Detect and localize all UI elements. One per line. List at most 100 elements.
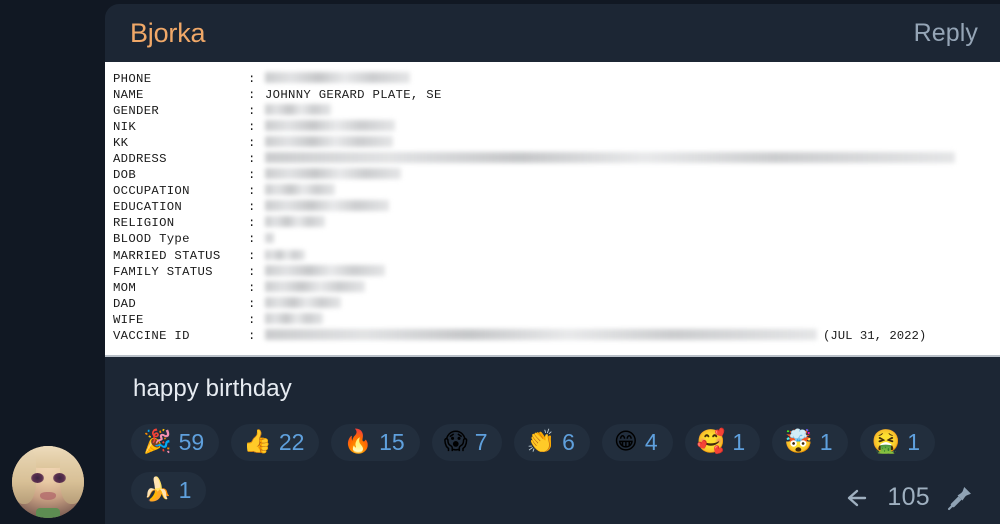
- reply-arrow-icon[interactable]: [845, 486, 875, 510]
- party-popper-icon: 🎉: [143, 429, 172, 455]
- document-field-label: RELIGION: [113, 216, 175, 231]
- user-avatar[interactable]: [12, 446, 84, 518]
- document-field-row: EDUCATION:: [113, 199, 1000, 215]
- reaction-screaming-face[interactable]: 😱 7: [431, 424, 503, 461]
- redaction-blur: [265, 152, 955, 164]
- avatar-neck: [36, 508, 60, 518]
- fire-icon: 🔥: [343, 429, 373, 455]
- message-header: Bjorka Reply: [105, 4, 1000, 62]
- document-field-label: EDUCATION: [113, 200, 183, 215]
- redaction-blur: [265, 249, 305, 260]
- reaction-count: 1: [178, 477, 192, 503]
- reaction-count: 15: [379, 429, 405, 455]
- reaction-fire[interactable]: 🔥 15: [331, 424, 420, 461]
- redaction-blur: [265, 328, 817, 340]
- document-field-row: BLOOD Type:: [113, 231, 1000, 247]
- document-field-row: KK:: [113, 135, 1000, 151]
- redaction-blur: [265, 296, 341, 308]
- document-field-value-redacted: [265, 71, 410, 87]
- message-bubble: Bjorka Reply PHONE: NAME: JOHNNY GERARD PL…: [105, 4, 1000, 524]
- avatar-mouth: [40, 492, 56, 500]
- reaction-grinning-face[interactable]: 😁 4: [601, 424, 673, 461]
- clapping-hands-icon: 👏: [526, 429, 556, 455]
- document-field-row: WIFE:: [113, 312, 1000, 328]
- avatar-eye-left: [31, 473, 44, 483]
- reaction-thumbs-up[interactable]: 👍 22: [231, 424, 320, 461]
- document-field-label: NIK: [113, 120, 137, 135]
- document-field-label: GENDER: [113, 104, 160, 119]
- reaction-count: 6: [562, 429, 575, 455]
- document-field-value-redacted: [265, 231, 274, 247]
- reaction-smiling-face-with-hearts[interactable]: 🥰 1: [684, 424, 761, 461]
- reaction-count: 1: [732, 429, 746, 455]
- leaked-document-image[interactable]: PHONE: NAME: JOHNNY GERARD PLATE, SE GENDER…: [105, 62, 1000, 357]
- document-field-label: KK: [113, 136, 129, 151]
- document-field-label: MOM: [113, 280, 137, 295]
- document-field-value-redacted: [265, 264, 385, 280]
- redaction-blur: [265, 216, 325, 228]
- document-field-separator: :: [248, 184, 256, 199]
- document-field-label: FAMILY STATUS: [113, 264, 213, 279]
- document-field-separator: :: [248, 120, 256, 135]
- reaction-clapping-hands[interactable]: 👏 6: [514, 424, 590, 461]
- reply-count-group[interactable]: 105: [845, 483, 930, 512]
- chat-view: Bjorka Reply PHONE: NAME: JOHNNY GERARD PL…: [0, 0, 1000, 524]
- document-field-separator: :: [248, 72, 256, 86]
- document-field-value-redacted: [265, 135, 393, 151]
- author-name[interactable]: Bjorka: [130, 18, 206, 49]
- document-field-separator: :: [248, 216, 256, 231]
- reaction-party-popper[interactable]: 🎉 59: [131, 424, 220, 461]
- document-field-separator: :: [248, 296, 256, 311]
- document-field-label: NAME: [113, 88, 144, 103]
- document-field-row: PHONE:: [113, 71, 1000, 87]
- reaction-count: 7: [474, 429, 488, 455]
- document-field-date: (JUL 31, 2022): [823, 328, 927, 343]
- document-field-separator: :: [248, 232, 256, 247]
- reaction-count: 1: [907, 429, 921, 455]
- redaction-blur: [265, 72, 410, 83]
- smiling-face-with-hearts-icon: 🥰: [696, 429, 726, 455]
- banana-icon: 🍌: [143, 477, 172, 503]
- document-field-value: JOHNNY GERARD PLATE, SE: [265, 88, 442, 103]
- pin-icon[interactable]: [946, 484, 974, 512]
- reaction-exploding-head[interactable]: 🤯 1: [772, 424, 848, 461]
- reply-button[interactable]: Reply: [914, 19, 978, 48]
- document-field-value-redacted: [265, 280, 365, 296]
- document-field-row: DAD:: [113, 296, 1000, 312]
- document-field-value-redacted: [265, 328, 817, 344]
- document-field-separator: :: [248, 328, 256, 343]
- document-field-row: DOB:: [113, 167, 1000, 183]
- redaction-blur: [265, 104, 331, 116]
- thumbs-up-icon: 👍: [243, 429, 272, 455]
- document-field-value-redacted: [265, 183, 335, 199]
- document-field-separator: :: [248, 152, 256, 167]
- redaction-blur: [265, 280, 365, 292]
- document-field-separator: :: [248, 312, 256, 327]
- redaction-blur: [265, 264, 385, 276]
- reaction-count: 4: [644, 429, 658, 455]
- document-field-separator: :: [248, 88, 256, 103]
- document-field-value-redacted: [265, 103, 331, 119]
- message-body-text: happy birthday: [133, 375, 292, 402]
- reaction-banana[interactable]: 🍌 1: [131, 472, 207, 509]
- exploding-head-icon: 🤯: [784, 429, 813, 455]
- document-field-row: MARRIED STATUS:: [113, 248, 1000, 264]
- reply-count-label: 105: [887, 483, 930, 511]
- document-field-label: WIFE: [113, 312, 144, 327]
- reaction-vomiting-face[interactable]: 🤮 1: [859, 424, 936, 461]
- document-field-list: PHONE: NAME: JOHNNY GERARD PLATE, SE GENDER…: [105, 71, 1000, 344]
- grinning-face-icon: 😁: [613, 429, 638, 455]
- redaction-blur: [265, 233, 274, 244]
- reaction-count: 22: [278, 429, 305, 455]
- document-field-value-redacted: [265, 151, 955, 167]
- document-field-label: DAD: [113, 296, 137, 311]
- redaction-blur: [265, 168, 401, 180]
- document-field-value-redacted: [265, 312, 323, 328]
- redaction-blur: [265, 136, 393, 148]
- document-field-row: ADDRESS:: [113, 151, 1000, 167]
- redaction-blur: [265, 200, 389, 212]
- message-footer: 105: [845, 483, 974, 512]
- document-field-label: OCCUPATION: [113, 184, 190, 199]
- document-field-row: OCCUPATION:: [113, 183, 1000, 199]
- document-field-row: MOM:: [113, 280, 1000, 296]
